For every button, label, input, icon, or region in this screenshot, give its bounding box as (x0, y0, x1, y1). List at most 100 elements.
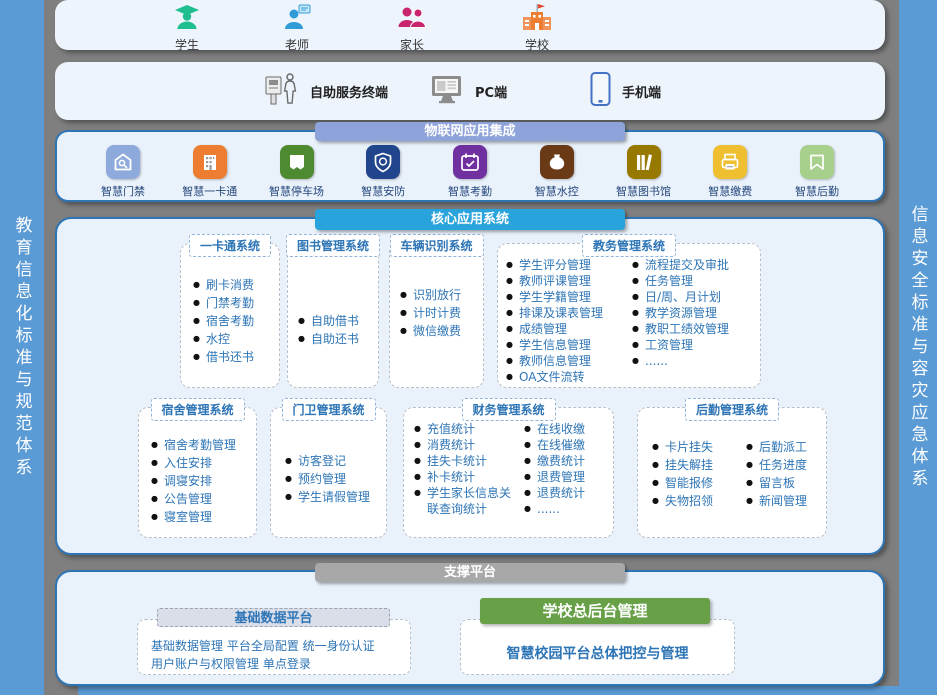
user-label: 学校 (525, 36, 549, 53)
list-item: 自助借书 (298, 312, 374, 330)
card-dormitory-system: 宿舍管理系统 宿舍考勤管理 入住安排 调寝安排 公告管理 寝室管理 (138, 407, 257, 538)
list-item: 智能报修 (652, 474, 742, 492)
list-item: 卡片挂失 (652, 438, 742, 456)
list-item: 计时计费 (400, 304, 479, 322)
card-items-col2: 流程提交及审批 任务管理 日/周、月计划 教学资源管理 教职工绩效管理 工资管理… (632, 257, 758, 385)
list-item: 退费管理 (524, 469, 611, 485)
list-item: 任务管理 (632, 273, 758, 289)
list-item: 学生信息管理 (506, 337, 628, 353)
list-item: 工资管理 (632, 337, 758, 353)
users-panel: 学生 老师 家长 (55, 0, 885, 50)
card-logistics-system: 后勤管理系统 卡片挂失 挂失解挂 智能报修 失物招领 后勤派工 任务进度 留言板… (637, 407, 827, 538)
list-item: 日/周、月计划 (632, 289, 758, 305)
iot-item-label: 智慧一卡通 (182, 183, 237, 199)
iot-item-security: 智慧安防 (342, 145, 424, 199)
list-item: 自助还书 (298, 330, 374, 348)
support-platform-panel: 支撑平台 基础数据平台 基础数据管理 平台全局配置 统一身份认证 用户账户与权限… (55, 570, 885, 686)
list-item: 预约管理 (285, 470, 384, 488)
list-item: 访客登记 (285, 452, 384, 470)
iot-row: 智慧门禁 智慧一卡通 智慧停车场 (82, 145, 858, 199)
card-items-col1: 学生评分管理 教师评课管理 学生学籍管理 排课及课表管理 成绩管理 学生信息管理… (506, 257, 628, 385)
security-shield-icon (366, 145, 400, 179)
card-finance-system: 财务管理系统 充值统计 消费统计 挂失卡统计 补卡统计 学生家长信息关联查询统计… (403, 407, 614, 538)
right-pillar-label: 信息安全标准与容灾应急体系 (906, 205, 931, 491)
terminal-pc: PC端 (428, 62, 507, 120)
iot-item-label: 智慧缴费 (708, 183, 752, 199)
list-item: 消费统计 (414, 437, 520, 453)
list-item: 教师信息管理 (506, 353, 628, 369)
pc-icon (428, 73, 466, 109)
list-item: 在线催缴 (524, 437, 611, 453)
user-parents: 家长 (380, 3, 444, 53)
card-gate-system: 门卫管理系统 访客登记 预约管理 学生请假管理 (270, 407, 387, 538)
list-item: OA文件流转 (506, 369, 628, 385)
list-item: 后勤派工 (746, 438, 824, 456)
school-backend-card: 智慧校园平台总体把控与管理 (460, 619, 735, 675)
iot-item-attendance: 智慧考勤 (429, 145, 511, 199)
water-jar-icon (540, 145, 574, 179)
terminal-label: PC端 (475, 82, 507, 101)
list-item: 寝室管理 (151, 508, 254, 526)
list-item: 任务进度 (746, 456, 824, 474)
terminal-self-service: 自助服务终端 (263, 62, 388, 120)
payment-printer-icon (713, 145, 747, 179)
list-item: 宿舍考勤 (193, 312, 275, 330)
list-item: 水控 (193, 330, 275, 348)
list-item: 学生评分管理 (506, 257, 628, 273)
user-label: 学生 (175, 36, 199, 53)
iot-item-door-access: 智慧门禁 (82, 145, 164, 199)
card-items-col2: 后勤派工 任务进度 留言板 新闻管理 (746, 438, 824, 510)
list-item: ...... (524, 501, 611, 517)
iot-item-parking: 智慧停车场 (256, 145, 338, 199)
user-label: 老师 (285, 36, 309, 53)
list-item: 教师评课管理 (506, 273, 628, 289)
teacher-icon (283, 3, 311, 35)
school-backend-desc: 智慧校园平台总体把控与管理 (507, 643, 689, 663)
card-title: 宿舍管理系统 (150, 398, 244, 421)
card-items-col1: 卡片挂失 挂失解挂 智能报修 失物招领 (652, 438, 742, 510)
iot-item-payment: 智慧缴费 (689, 145, 771, 199)
list-item: 学生请假管理 (285, 488, 384, 506)
card-items-col1: 充值统计 消费统计 挂失卡统计 补卡统计 学生家长信息关联查询统计 (414, 421, 520, 517)
iot-item-label: 智慧考勤 (448, 183, 492, 199)
list-item: 调寝安排 (151, 472, 254, 490)
iot-item-label: 智慧水控 (535, 183, 579, 199)
list-item: 挂失卡统计 (414, 453, 520, 469)
terminals-panel: 自助服务终端 PC端 手机端 (55, 62, 885, 120)
user-teacher: 老师 (265, 3, 329, 53)
list-item: 充值统计 (414, 421, 520, 437)
list-item: 留言板 (746, 474, 824, 492)
iot-item-logistics: 智慧后勤 (776, 145, 858, 199)
list-item: 退费统计 (524, 485, 611, 501)
card-title: 车辆识别系统 (389, 234, 483, 257)
iot-item-library: 智慧图书馆 (603, 145, 685, 199)
iot-item-label: 智慧后勤 (795, 183, 839, 199)
core-systems-panel: 核心应用系统 一卡通系统 刷卡消费 门禁考勤 宿舍考勤 水控 借书还书 图书管理… (55, 217, 885, 555)
list-item: 在线收缴 (524, 421, 611, 437)
base-data-platform-title: 基础数据平台 (157, 608, 390, 627)
card-items: 自助借书 自助还书 (298, 312, 374, 348)
door-access-icon (106, 145, 140, 179)
list-item: ...... (632, 353, 758, 369)
iot-panel: 物联网应用集成 智慧门禁 (55, 130, 885, 202)
card-one-card-system: 一卡通系统 刷卡消费 门禁考勤 宿舍考勤 水控 借书还书 (180, 243, 280, 388)
card-items: 识别放行 计时计费 微信缴费 (400, 286, 479, 340)
list-item: 刷卡消费 (193, 276, 275, 294)
base-data-line2: 用户账户与权限管理 单点登录 (151, 655, 410, 673)
support-panel-title: 支撑平台 (315, 563, 625, 582)
logistics-banner-icon (800, 145, 834, 179)
iot-item-label: 智慧停车场 (269, 183, 324, 199)
card-title: 图书管理系统 (286, 234, 380, 257)
user-school: 学校 (505, 3, 569, 53)
list-item: 教学资源管理 (632, 305, 758, 321)
list-item: 借书还书 (193, 348, 275, 366)
list-item: 学生家长信息关联查询统计 (414, 485, 520, 517)
list-item: 教职工绩效管理 (632, 321, 758, 337)
iot-item-label: 智慧安防 (361, 183, 405, 199)
base-data-line1: 基础数据管理 平台全局配置 统一身份认证 (151, 637, 410, 655)
list-item: 入住安排 (151, 454, 254, 472)
iot-panel-title: 物联网应用集成 (315, 122, 625, 141)
card-items: 宿舍考勤管理 入住安排 调寝安排 公告管理 寝室管理 (151, 436, 254, 526)
card-items: 访客登记 预约管理 学生请假管理 (285, 452, 384, 506)
user-student: 学生 (155, 3, 219, 53)
